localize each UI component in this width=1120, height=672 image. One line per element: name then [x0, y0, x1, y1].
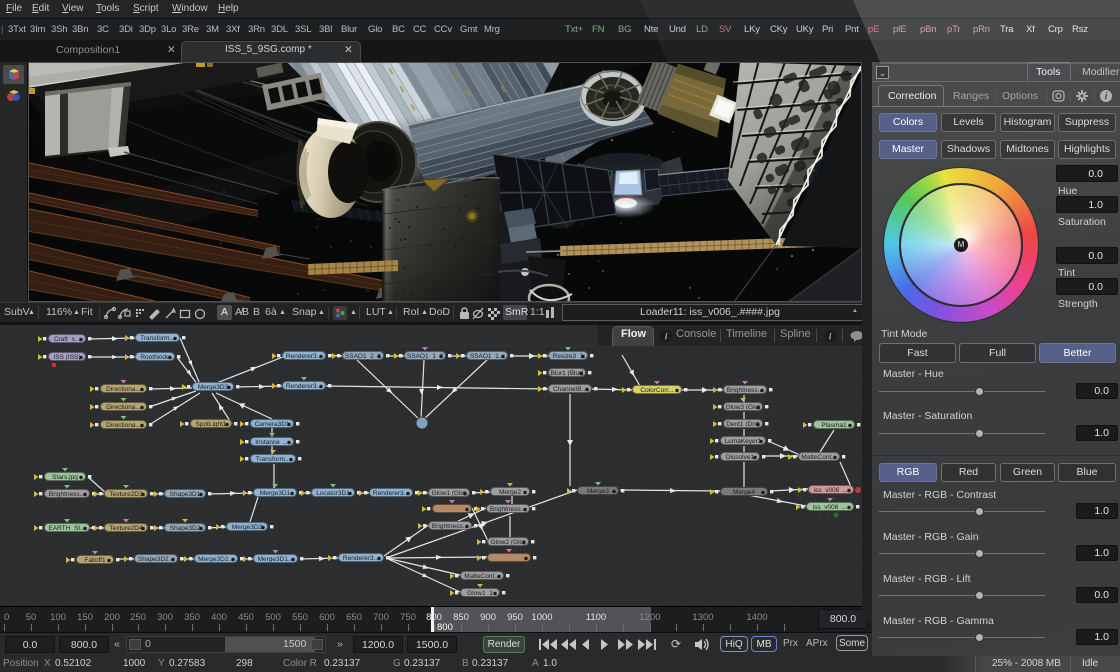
svg-text:i: i — [1105, 92, 1108, 103]
